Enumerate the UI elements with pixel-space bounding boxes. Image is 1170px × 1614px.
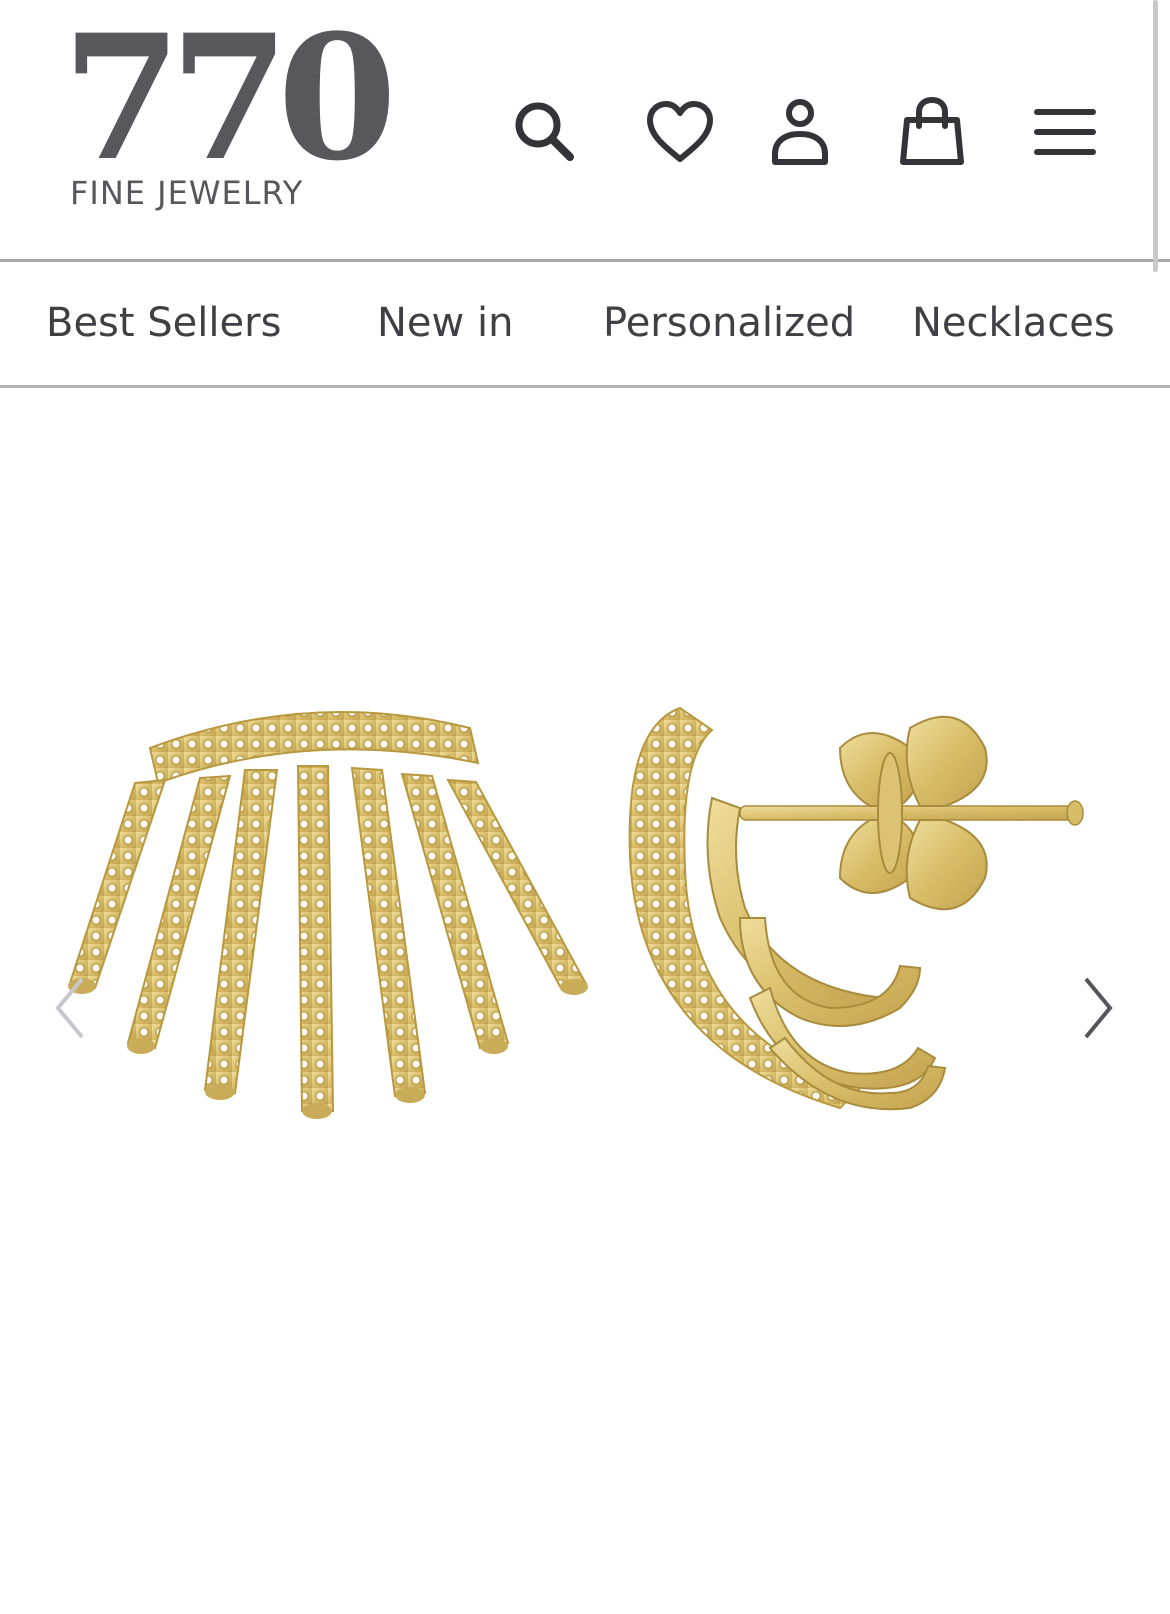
nav-item-new-in[interactable]: New in [377,262,513,385]
account-icon [772,99,828,165]
cart-icon [900,96,964,165]
page: 770 FINE JEWELRY Best Sellers New in Per… [0,0,1170,1614]
account-button[interactable] [760,92,840,172]
heart-icon [647,101,713,162]
chevron-right-icon [1084,977,1113,1039]
nav-item-personalized[interactable]: Personalized [603,262,855,385]
search-button[interactable] [505,92,585,172]
nav-item-necklaces[interactable]: Necklaces [912,262,1115,385]
logo-subtitle: FINE JEWELRY [70,174,304,212]
menu-button[interactable] [1025,92,1105,172]
logo-number: 770 [62,0,397,199]
site-header: 770 FINE JEWELRY [0,0,1170,272]
product-image[interactable] [40,688,1120,1158]
category-nav: Best Sellers New in Personalized Necklac… [0,262,1170,388]
gallery-prev-button[interactable] [40,968,100,1048]
gallery-next-button[interactable] [1068,968,1128,1048]
cart-button[interactable] [892,92,972,172]
page-scrollbar[interactable] [1153,0,1158,272]
nav-item-best-sellers[interactable]: Best Sellers [46,262,281,385]
search-icon [515,102,574,161]
product-gallery [0,388,1170,1614]
menu-icon [1034,109,1096,155]
logo-link[interactable]: 770 FINE JEWELRY [62,12,397,218]
chevron-left-icon [55,977,84,1039]
wishlist-button[interactable] [640,92,720,172]
